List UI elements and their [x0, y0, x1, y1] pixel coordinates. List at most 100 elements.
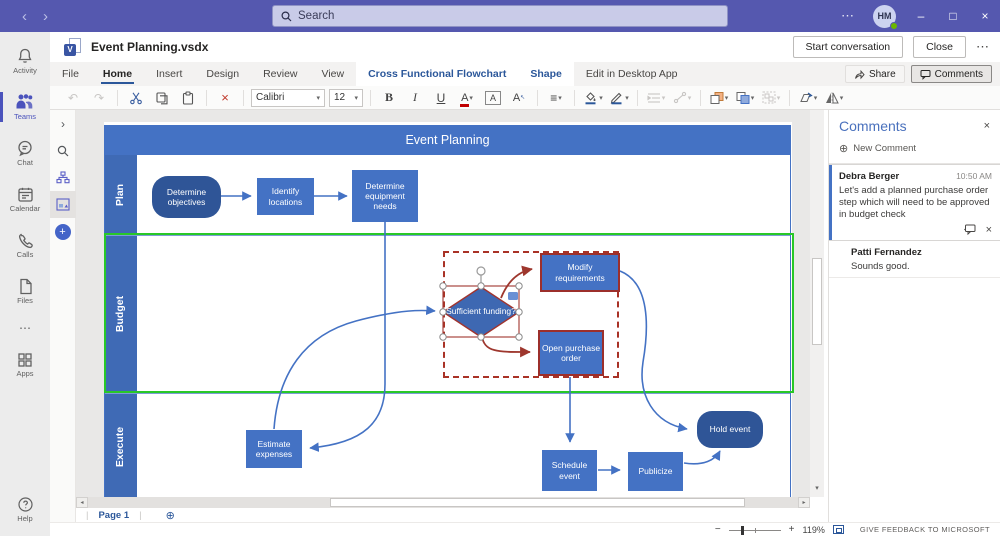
- zoom-level[interactable]: 119%: [803, 525, 825, 535]
- nav-forward-icon[interactable]: ›: [43, 8, 48, 25]
- tab-view[interactable]: View: [310, 62, 357, 86]
- connector-icon: [673, 91, 687, 104]
- titlebar-more-icon[interactable]: ⋯: [841, 8, 855, 24]
- share-button[interactable]: Share: [845, 65, 905, 83]
- search-box[interactable]: [272, 5, 728, 27]
- shape-open-purchase-order[interactable]: Open purchase order: [538, 330, 604, 376]
- nav-back-icon[interactable]: ‹: [22, 8, 27, 25]
- shape-search-button[interactable]: [50, 137, 76, 164]
- delete-comment-icon[interactable]: ×: [986, 224, 992, 236]
- undo-button[interactable]: ↶: [63, 88, 83, 108]
- feedback-link[interactable]: GIVE FEEDBACK TO MICROSOFT: [860, 525, 990, 534]
- paste-button[interactable]: [178, 88, 198, 108]
- cut-button[interactable]: [126, 88, 146, 108]
- shape-hold-event[interactable]: Hold event: [697, 411, 763, 448]
- shapes-panel-button[interactable]: [50, 191, 76, 218]
- rail-more-icon[interactable]: ⋯: [0, 314, 50, 342]
- tab-cross-functional-flowchart[interactable]: Cross Functional Flowchart: [356, 62, 518, 86]
- indent-button[interactable]: ▾: [646, 88, 666, 108]
- document-more-icon[interactable]: ⋯: [976, 39, 990, 55]
- zoom-slider[interactable]: [729, 525, 781, 535]
- add-shape-button[interactable]: +: [55, 224, 71, 240]
- shape-schedule-event[interactable]: Schedule event: [542, 450, 597, 491]
- group-button[interactable]: ▾: [761, 88, 781, 108]
- auto-align-button[interactable]: ▾: [798, 88, 818, 108]
- rail-item-help[interactable]: Help: [0, 486, 50, 532]
- tab-design[interactable]: Design: [194, 62, 251, 86]
- close-document-button[interactable]: Close: [913, 36, 966, 58]
- edit-in-desktop-app-button[interactable]: Edit in Desktop App: [574, 62, 690, 86]
- zoom-slider-thumb[interactable]: [741, 526, 744, 535]
- italic-button[interactable]: I: [405, 88, 425, 108]
- comment-indicator-icon[interactable]: [508, 292, 518, 300]
- font-name-select[interactable]: Calibri ▾: [251, 89, 325, 107]
- copy-button[interactable]: [152, 88, 172, 108]
- add-page-button[interactable]: ⊕: [166, 509, 175, 522]
- rail-item-apps[interactable]: Apps: [0, 342, 50, 388]
- font-size-select[interactable]: 12 ▾: [329, 89, 363, 107]
- connector-button[interactable]: ▾: [672, 88, 692, 108]
- rail-item-teams[interactable]: Teams: [0, 84, 50, 130]
- new-comment-button[interactable]: ⊕ New Comment: [829, 138, 1000, 164]
- fit-page-icon[interactable]: [833, 525, 844, 534]
- avatar[interactable]: HM: [873, 5, 896, 28]
- rail-item-calendar[interactable]: Calendar: [0, 176, 50, 222]
- tab-home[interactable]: Home: [91, 62, 144, 86]
- shape-publicize[interactable]: Publicize: [628, 452, 683, 491]
- drawing-page[interactable]: Event Planning Plan Budget Execute: [104, 122, 792, 497]
- shape-determine-objectives[interactable]: Determine objectives: [152, 176, 221, 218]
- pencil-icon: [609, 90, 624, 105]
- zoom-out-button[interactable]: −: [715, 524, 721, 535]
- tab-shape[interactable]: Shape: [518, 62, 574, 86]
- shape-estimate-expenses[interactable]: Estimate expenses: [246, 430, 302, 468]
- teams-icon: [15, 93, 35, 111]
- vertical-scrollbar-thumb[interactable]: [812, 258, 822, 345]
- horizontal-scrollbar-thumb[interactable]: [330, 498, 745, 507]
- scroll-left-button[interactable]: ◂: [76, 497, 88, 508]
- rail-item-calls[interactable]: Calls: [0, 222, 50, 268]
- drawing-canvas[interactable]: Event Planning Plan Budget Execute: [76, 110, 810, 497]
- flip-button[interactable]: ▾: [824, 88, 844, 108]
- page-tab[interactable]: Page 1: [98, 510, 129, 521]
- send-backward-button[interactable]: ▾: [735, 88, 755, 108]
- flowchart-title[interactable]: Event Planning: [104, 125, 791, 155]
- scroll-right-button[interactable]: ▸: [798, 497, 810, 508]
- horizontal-scrollbar[interactable]: ◂ ▸: [76, 497, 810, 508]
- comments-button[interactable]: Comments: [911, 65, 992, 83]
- tab-file[interactable]: File: [50, 62, 91, 86]
- rail-item-files[interactable]: Files: [0, 268, 50, 314]
- underline-button[interactable]: U: [431, 88, 451, 108]
- rail-item-chat[interactable]: Chat: [0, 130, 50, 176]
- line-color-button[interactable]: ▾: [609, 88, 629, 108]
- expand-panel-button[interactable]: ›: [50, 110, 76, 137]
- font-color-button[interactable]: A ▾: [457, 88, 477, 108]
- maximize-button[interactable]: □: [946, 9, 960, 23]
- search-input[interactable]: [298, 10, 719, 22]
- comment-card[interactable]: Debra Berger 10:50 AM Let's add a planne…: [829, 164, 1000, 241]
- tab-insert[interactable]: Insert: [144, 62, 194, 86]
- comments-close-icon[interactable]: ×: [984, 120, 990, 132]
- delete-button[interactable]: ×: [215, 88, 235, 108]
- shape-identify-locations[interactable]: Identify locations: [257, 178, 314, 215]
- start-conversation-button[interactable]: Start conversation: [793, 36, 904, 58]
- scroll-down-button[interactable]: ▾: [810, 481, 824, 495]
- shape-determine-equipment-needs[interactable]: Determine equipment needs: [352, 170, 418, 222]
- search-icon: [281, 11, 292, 22]
- bold-button[interactable]: B: [379, 88, 399, 108]
- reply-icon[interactable]: [963, 224, 976, 235]
- diagram-parts-button[interactable]: [50, 164, 76, 191]
- bring-forward-button[interactable]: ▾: [709, 88, 729, 108]
- align-button[interactable]: ≡▾: [546, 88, 566, 108]
- zoom-in-button[interactable]: +: [789, 524, 795, 535]
- minimize-button[interactable]: –: [914, 9, 928, 23]
- vertical-scrollbar[interactable]: ▾: [810, 110, 824, 497]
- redo-button[interactable]: ↷: [89, 88, 109, 108]
- shape-modify-requirements[interactable]: Modify requirements: [540, 253, 620, 292]
- tab-review[interactable]: Review: [251, 62, 309, 86]
- rail-item-activity[interactable]: Activity: [0, 38, 50, 84]
- close-window-button[interactable]: ×: [978, 9, 992, 23]
- fill-color-button[interactable]: ▾: [583, 88, 603, 108]
- text-highlight-button[interactable]: A: [483, 88, 503, 108]
- comment-card-reply[interactable]: Patti Fernandez Sounds good.: [829, 241, 1000, 278]
- grow-font-button[interactable]: A↖: [509, 88, 529, 108]
